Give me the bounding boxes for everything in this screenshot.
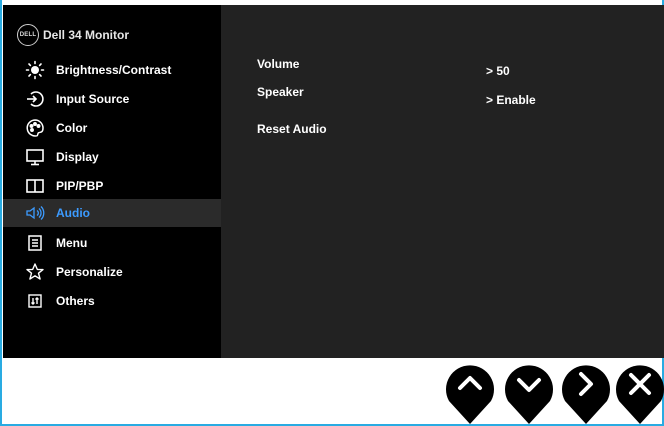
input-source-icon bbox=[25, 89, 45, 109]
osd-sidebar: DELL Dell 34 Monitor Brightness/Contrast bbox=[3, 5, 221, 358]
brightness-icon bbox=[25, 60, 45, 80]
menu-list-icon bbox=[25, 233, 45, 253]
menu-label: Brightness/Contrast bbox=[56, 63, 172, 77]
speaker-value[interactable]: > Enable bbox=[486, 93, 536, 107]
menu-item-personalize[interactable]: Personalize bbox=[3, 258, 221, 286]
dell-logo: DELL bbox=[17, 24, 39, 46]
osd-brand: DELL Dell 34 Monitor bbox=[17, 24, 129, 46]
speaker-label[interactable]: Speaker bbox=[257, 85, 304, 99]
menu-item-color[interactable]: Color bbox=[3, 114, 221, 142]
menu-label: Others bbox=[56, 294, 95, 308]
menu-label: Menu bbox=[56, 236, 88, 250]
osd-panel: DELL Dell 34 Monitor Brightness/Contrast bbox=[3, 5, 664, 358]
menu-item-menu[interactable]: Menu bbox=[3, 229, 221, 257]
speaker-icon bbox=[25, 203, 45, 223]
menu-item-input-source[interactable]: Input Source bbox=[3, 85, 221, 113]
osd-control-buttons bbox=[0, 358, 664, 426]
down-button[interactable] bbox=[505, 361, 553, 425]
menu-item-display[interactable]: Display bbox=[3, 143, 221, 171]
menu-item-pip-pbp[interactable]: PIP/PBP bbox=[3, 172, 221, 200]
menu-label: Personalize bbox=[56, 265, 123, 279]
display-icon bbox=[25, 147, 45, 167]
others-icon bbox=[25, 291, 45, 311]
star-icon bbox=[25, 262, 45, 282]
pip-pbp-icon bbox=[25, 176, 45, 196]
volume-label[interactable]: Volume bbox=[257, 57, 299, 71]
reset-audio-option[interactable]: Reset Audio bbox=[257, 122, 327, 136]
menu-label: Input Source bbox=[56, 92, 130, 106]
volume-value[interactable]: > 50 bbox=[486, 64, 510, 78]
menu-item-others[interactable]: Others bbox=[3, 287, 221, 315]
up-button[interactable] bbox=[446, 361, 494, 425]
menu-label: Color bbox=[56, 121, 88, 135]
exit-button[interactable] bbox=[616, 361, 664, 425]
menu-label: Audio bbox=[56, 206, 90, 220]
menu-label: Display bbox=[56, 150, 99, 164]
monitor-title: Dell 34 Monitor bbox=[43, 28, 130, 42]
color-palette-icon bbox=[25, 118, 45, 138]
menu-item-brightness-contrast[interactable]: Brightness/Contrast bbox=[3, 56, 221, 84]
next-button[interactable] bbox=[562, 361, 610, 425]
menu-label: PIP/PBP bbox=[56, 179, 104, 193]
menu-item-audio[interactable]: Audio bbox=[3, 199, 221, 227]
